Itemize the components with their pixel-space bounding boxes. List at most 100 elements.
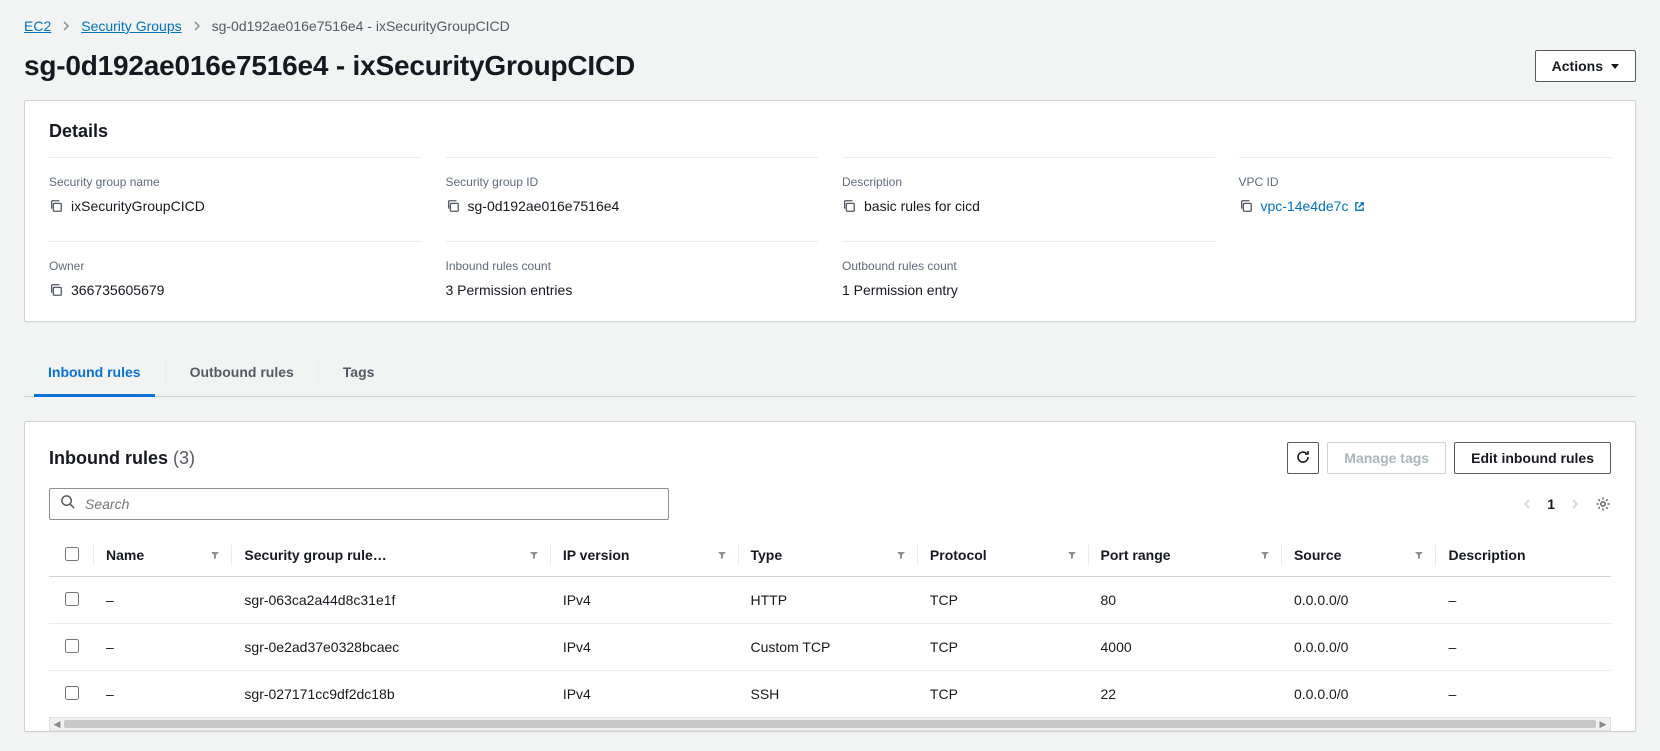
filter-icon[interactable] <box>1414 545 1424 565</box>
pager: 1 <box>1521 494 1611 514</box>
rules-title: Inbound rules (3) <box>49 448 195 468</box>
tab-outbound-rules[interactable]: Outbound rules <box>186 350 298 396</box>
field-label: Security group name <box>49 172 422 192</box>
cell-protocol: TCP <box>918 671 1089 718</box>
copy-icon[interactable] <box>49 283 63 297</box>
col-protocol[interactable]: Protocol <box>930 545 987 565</box>
inbound-rules-panel: Inbound rules (3) Manage tags Edit inbou… <box>24 421 1636 732</box>
search-icon <box>60 494 75 514</box>
breadcrumb-ec2[interactable]: EC2 <box>24 16 51 36</box>
copy-icon[interactable] <box>842 199 856 213</box>
chevron-right-icon <box>61 16 71 36</box>
cell-type: HTTP <box>739 577 918 624</box>
cell-source: 0.0.0.0/0 <box>1282 577 1437 624</box>
scroll-left-icon[interactable]: ◀ <box>50 718 64 730</box>
field-description: Description basic rules for cicd <box>842 157 1215 217</box>
breadcrumb-security-groups[interactable]: Security Groups <box>81 16 181 36</box>
pager-prev[interactable] <box>1521 498 1533 510</box>
copy-icon[interactable] <box>49 199 63 213</box>
rules-count: (3) <box>173 448 195 468</box>
cell-rule-id: sgr-0e2ad37e0328bcaec <box>232 624 550 671</box>
field-value: sg-0d192ae016e7516e4 <box>468 196 620 216</box>
cell-protocol: TCP <box>918 577 1089 624</box>
field-outbound-count: Outbound rules count 1 Permission entry <box>842 241 1215 301</box>
cell-type: Custom TCP <box>739 624 918 671</box>
cell-name: – <box>94 671 232 718</box>
cell-ip-version: IPv4 <box>551 624 739 671</box>
vpc-link[interactable]: vpc-14e4de7c <box>1261 196 1366 216</box>
breadcrumb-current: sg-0d192ae016e7516e4 - ixSecurityGroupCI… <box>212 16 510 36</box>
copy-icon[interactable] <box>1239 199 1253 213</box>
cell-description: – <box>1436 624 1611 671</box>
filter-icon[interactable] <box>1260 545 1270 565</box>
filter-icon[interactable] <box>717 545 727 565</box>
search-input[interactable] <box>83 495 658 513</box>
refresh-button[interactable] <box>1287 442 1319 474</box>
actions-label: Actions <box>1552 58 1603 74</box>
table-row[interactable]: –sgr-027171cc9df2dc18bIPv4SSHTCP220.0.0.… <box>49 671 1611 718</box>
actions-button[interactable]: Actions <box>1535 50 1636 82</box>
field-label: Inbound rules count <box>446 256 819 276</box>
cell-protocol: TCP <box>918 624 1089 671</box>
table-row[interactable]: –sgr-063ca2a44d8c31e1fIPv4HTTPTCP800.0.0… <box>49 577 1611 624</box>
refresh-icon <box>1295 449 1311 468</box>
select-all-checkbox[interactable] <box>65 547 79 561</box>
tabs: Inbound rules Outbound rules Tags <box>24 350 1636 397</box>
row-checkbox[interactable] <box>65 592 79 606</box>
pager-next[interactable] <box>1569 498 1581 510</box>
cell-name: – <box>94 624 232 671</box>
tab-tags[interactable]: Tags <box>339 350 379 396</box>
field-label: Security group ID <box>446 172 819 192</box>
filter-icon[interactable] <box>896 545 906 565</box>
cell-name: – <box>94 577 232 624</box>
edit-inbound-rules-button[interactable]: Edit inbound rules <box>1454 442 1611 474</box>
cell-rule-id: sgr-027171cc9df2dc18b <box>232 671 550 718</box>
field-vpc-id: VPC ID vpc-14e4de7c <box>1239 157 1612 217</box>
table-settings-button[interactable] <box>1595 496 1611 512</box>
external-link-icon <box>1352 198 1365 214</box>
col-name[interactable]: Name <box>106 545 144 565</box>
scroll-thumb[interactable] <box>64 720 1596 728</box>
search-box[interactable] <box>49 488 669 520</box>
cell-rule-id: sgr-063ca2a44d8c31e1f <box>232 577 550 624</box>
details-heading: Details <box>49 121 1611 141</box>
row-checkbox[interactable] <box>65 639 79 653</box>
filter-icon[interactable] <box>210 545 220 565</box>
inbound-rules-table: Name Security group rule… IP version Typ… <box>49 534 1611 717</box>
filter-icon[interactable] <box>1067 545 1077 565</box>
cell-port-range: 80 <box>1089 577 1282 624</box>
copy-icon[interactable] <box>446 199 460 213</box>
details-panel: Details Security group name ixSecurityGr… <box>24 100 1636 322</box>
cell-source: 0.0.0.0/0 <box>1282 624 1437 671</box>
field-label: Description <box>842 172 1215 192</box>
pager-page: 1 <box>1547 494 1555 514</box>
col-rule-id[interactable]: Security group rule… <box>244 545 386 565</box>
field-label: Outbound rules count <box>842 256 1215 276</box>
col-description[interactable]: Description <box>1448 545 1525 565</box>
cell-source: 0.0.0.0/0 <box>1282 671 1437 718</box>
filter-icon[interactable] <box>529 545 539 565</box>
scroll-right-icon[interactable]: ▶ <box>1596 718 1610 730</box>
col-port-range[interactable]: Port range <box>1101 545 1171 565</box>
col-ip-version[interactable]: IP version <box>563 545 630 565</box>
field-label: VPC ID <box>1239 172 1612 192</box>
field-owner: Owner 366735605679 <box>49 241 422 301</box>
row-checkbox[interactable] <box>65 686 79 700</box>
field-value: 3 Permission entries <box>446 280 573 300</box>
field-sg-name: Security group name ixSecurityGroupCICD <box>49 157 422 217</box>
horizontal-scrollbar[interactable]: ◀ ▶ <box>49 717 1611 731</box>
breadcrumb: EC2 Security Groups sg-0d192ae016e7516e4… <box>24 16 1636 36</box>
page-title: sg-0d192ae016e7516e4 - ixSecurityGroupCI… <box>24 56 635 76</box>
table-row[interactable]: –sgr-0e2ad37e0328bcaecIPv4Custom TCPTCP4… <box>49 624 1611 671</box>
caret-down-icon <box>1611 64 1619 69</box>
field-value: 366735605679 <box>71 280 164 300</box>
tab-inbound-rules[interactable]: Inbound rules <box>44 350 145 396</box>
cell-description: – <box>1436 671 1611 718</box>
field-inbound-count: Inbound rules count 3 Permission entries <box>446 241 819 301</box>
col-type[interactable]: Type <box>751 545 783 565</box>
field-value: 1 Permission entry <box>842 280 958 300</box>
cell-ip-version: IPv4 <box>551 671 739 718</box>
col-source[interactable]: Source <box>1294 545 1341 565</box>
field-label: Owner <box>49 256 422 276</box>
cell-port-range: 22 <box>1089 671 1282 718</box>
